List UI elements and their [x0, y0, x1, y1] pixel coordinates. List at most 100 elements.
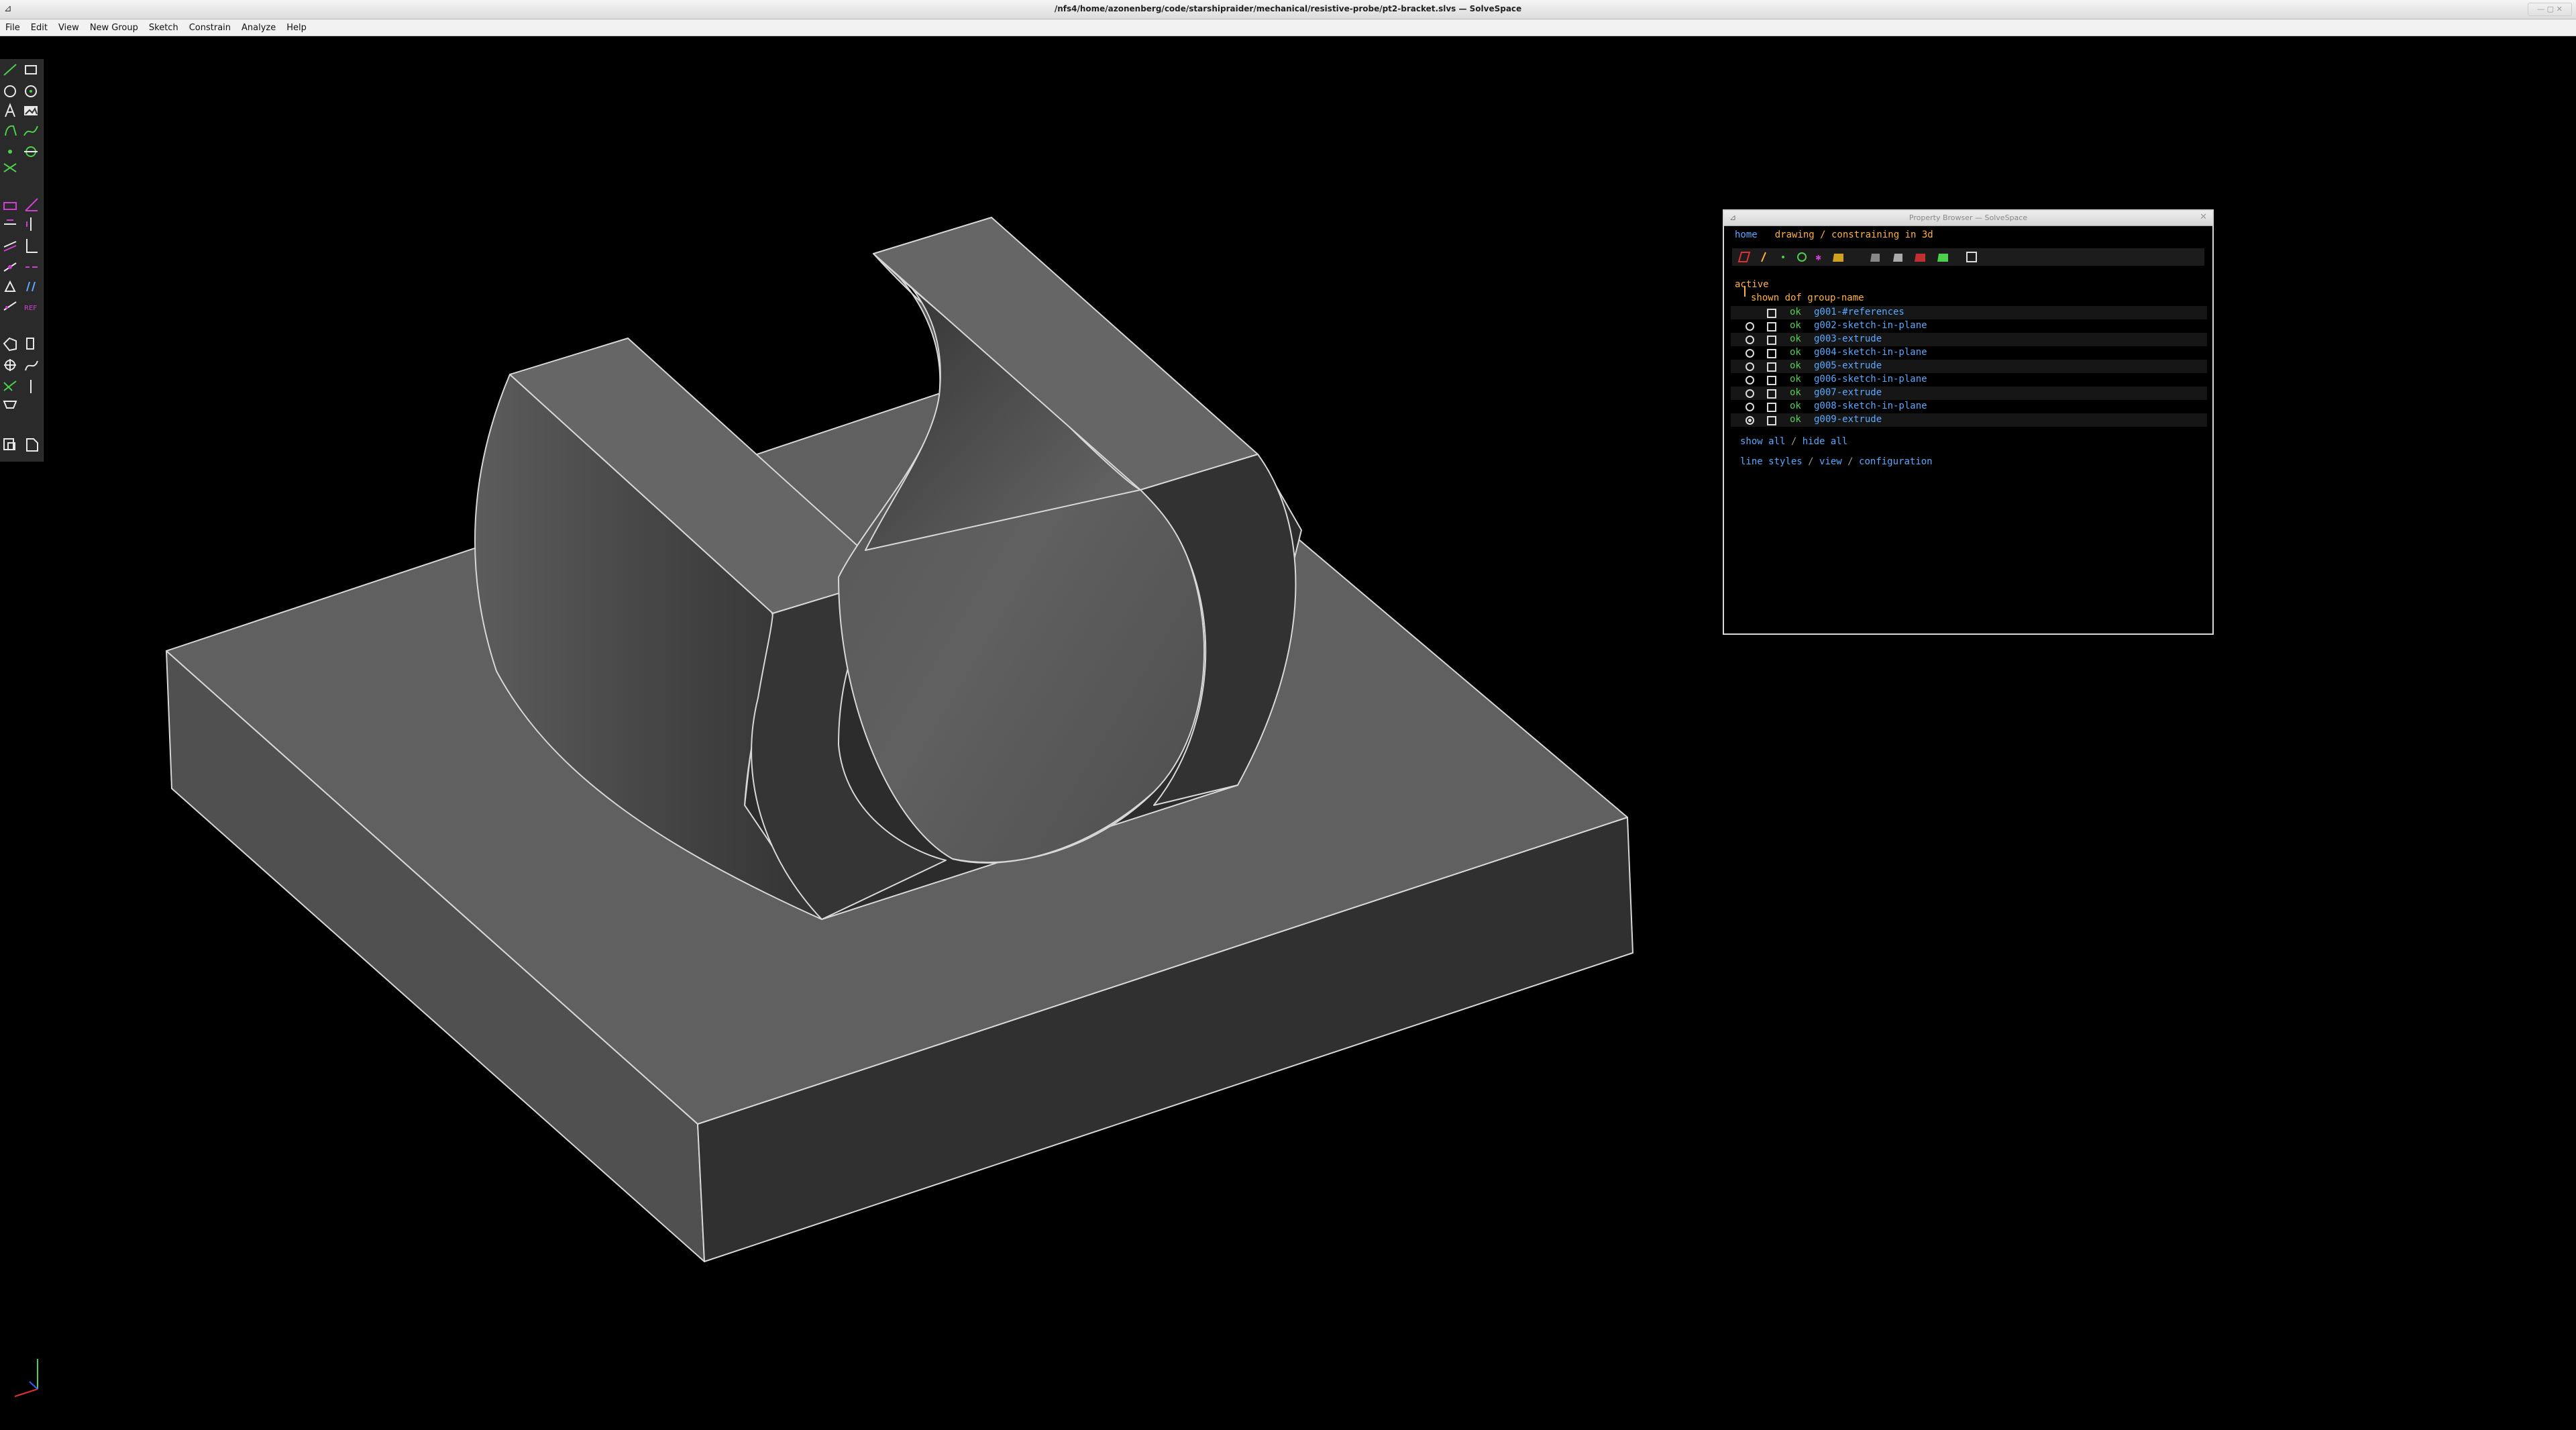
group-row[interactable]: ok g001-#references [1731, 306, 2207, 319]
shown-checkbox[interactable] [1767, 376, 1776, 385]
shown-checkbox[interactable] [1767, 389, 1776, 399]
section-active: active [1735, 279, 1769, 290]
group-status: ok [1790, 374, 1801, 385]
group-name-link[interactable]: g008-sketch-in-plane [1814, 401, 1927, 411]
split-curves-icon[interactable] [3, 163, 17, 172]
step-translating-icon[interactable] [26, 338, 34, 350]
step-rotating-icon[interactable] [3, 337, 17, 352]
window-controls[interactable]: — ▢ ✕ [2528, 3, 2572, 16]
lathe-icon[interactable]: REF [24, 305, 37, 312]
angle-constraint-icon[interactable] [25, 198, 38, 211]
group-name-link[interactable]: g004-sketch-in-plane [1814, 347, 1927, 358]
group-name-link[interactable]: g009-extrude [1814, 414, 1882, 425]
active-group-radio[interactable] [1746, 362, 1754, 371]
group-name-link[interactable]: g003-extrude [1814, 334, 1882, 344]
menu-new-group[interactable]: New Group [85, 23, 144, 33]
revolve-icon[interactable] [25, 360, 38, 371]
bezier-spline-icon[interactable] [23, 125, 38, 136]
configuration-link[interactable]: configuration [1859, 456, 1933, 467]
group-row[interactable]: ok g008-sketch-in-plane [1731, 400, 2207, 413]
perpendicular-constraint-icon[interactable] [26, 239, 38, 253]
view-link[interactable]: view [1819, 456, 1842, 467]
show-all-link[interactable]: show all [1740, 436, 1785, 447]
group-name-link[interactable]: g002-sketch-in-plane [1814, 320, 1927, 331]
horizontal-constraint-icon[interactable] [4, 219, 16, 225]
line-styles-link[interactable]: line styles [1740, 456, 1803, 467]
group-row[interactable]: ok g003-extrude [1731, 333, 2207, 346]
property-browser-titlebar[interactable]: ⊿ Property Browser — SolveSpace ✕ [1724, 211, 2212, 226]
shown-checkbox[interactable] [1767, 416, 1776, 425]
workplane-icon[interactable] [24, 146, 38, 157]
browser-nav: home drawing / constraining in 3d [1735, 229, 1933, 240]
group-name-link[interactable]: g005-extrude [1814, 360, 1882, 371]
menu-edit[interactable]: Edit [25, 23, 53, 33]
show-edges-icon[interactable] [1893, 254, 1902, 262]
arc-tool-icon[interactable] [25, 85, 37, 97]
group-name-link[interactable]: g006-sketch-in-plane [1814, 374, 1927, 385]
group-name-link[interactable]: g007-extrude [1814, 387, 1882, 398]
group-row[interactable]: ok g005-extrude [1731, 360, 2207, 373]
group-row[interactable]: ok g002-sketch-in-plane [1731, 319, 2207, 333]
active-group-radio[interactable] [1746, 336, 1754, 344]
show-points-icon[interactable] [1782, 256, 1784, 258]
menu-file[interactable]: File [0, 23, 25, 33]
settings-links: line styles / view / configuration [1740, 456, 1933, 467]
assemble-icon[interactable] [3, 438, 15, 450]
active-group-radio[interactable] [1746, 416, 1754, 425]
helix-icon[interactable] [4, 359, 16, 371]
link-file-icon[interactable] [26, 438, 38, 452]
shown-checkbox[interactable] [1767, 336, 1776, 345]
active-group-radio[interactable] [1746, 403, 1754, 411]
tool-palette: REF [0, 59, 44, 462]
tree-line [1744, 286, 1746, 297]
equal-constraint-icon[interactable] [4, 280, 16, 292]
show-shaded-icon[interactable] [1870, 254, 1880, 262]
hide-all-link[interactable]: hide all [1803, 436, 1847, 447]
show-mesh-icon[interactable] [1937, 254, 1948, 262]
image-tool-icon[interactable] [24, 106, 38, 115]
menu-view[interactable]: View [53, 23, 85, 33]
show-normals-icon[interactable] [1761, 252, 1766, 262]
group-status: ok [1790, 387, 1801, 398]
group-name-link[interactable]: g001-#references [1814, 307, 1904, 317]
active-group-radio[interactable] [1746, 349, 1754, 358]
menu-help[interactable]: Help [281, 23, 312, 33]
group-row[interactable]: ok g006-sketch-in-plane [1731, 373, 2207, 387]
menu-constrain[interactable]: Constrain [184, 23, 236, 33]
tangent-arc-icon[interactable] [5, 125, 17, 136]
nearest-ortho-icon[interactable] [3, 401, 17, 409]
distance-constraint-icon[interactable] [3, 202, 17, 210]
group-row[interactable]: ok g004-sketch-in-plane [1731, 346, 2207, 360]
group-row[interactable]: ok g009-extrude [1731, 413, 2207, 427]
shown-checkbox[interactable] [1767, 322, 1776, 331]
circle-tool-icon[interactable] [4, 85, 16, 97]
show-faces-icon[interactable] [1833, 254, 1843, 262]
vertical-constraint-icon[interactable] [26, 217, 32, 231]
show-construction-icon[interactable] [1797, 252, 1807, 262]
group-row[interactable]: ok g007-extrude [1731, 387, 2207, 400]
active-group-radio[interactable] [1746, 389, 1754, 398]
line-tool-icon[interactable] [3, 64, 17, 76]
active-group-radio[interactable] [1746, 376, 1754, 385]
show-hidden-lines-icon[interactable] [1966, 252, 1977, 262]
ref-dimension-icon[interactable] [26, 281, 36, 292]
show-workplanes-icon[interactable] [1737, 252, 1751, 262]
extrude-icon[interactable] [3, 301, 17, 311]
point-tool-icon[interactable] [8, 150, 12, 154]
point-on-line-icon[interactable] [3, 262, 17, 272]
menu-analyze[interactable]: Analyze [236, 23, 281, 33]
rectangle-tool-icon[interactable] [25, 65, 37, 74]
active-group-radio[interactable] [1746, 322, 1754, 331]
home-link[interactable]: home [1735, 229, 1758, 240]
shown-checkbox[interactable] [1767, 403, 1776, 412]
menu-sketch[interactable]: Sketch [144, 23, 184, 33]
shown-checkbox[interactable] [1767, 349, 1776, 358]
text-tool-icon[interactable] [5, 103, 15, 117]
show-constraints-icon[interactable]: ✱ [1815, 254, 1821, 262]
workplane-group-icon[interactable] [3, 380, 17, 391]
shown-checkbox[interactable] [1767, 309, 1776, 318]
show-outlines-icon[interactable] [1915, 254, 1925, 262]
close-icon[interactable]: ✕ [2200, 212, 2207, 222]
shown-checkbox[interactable] [1767, 362, 1776, 372]
parallel-constraint-icon[interactable] [3, 241, 17, 252]
